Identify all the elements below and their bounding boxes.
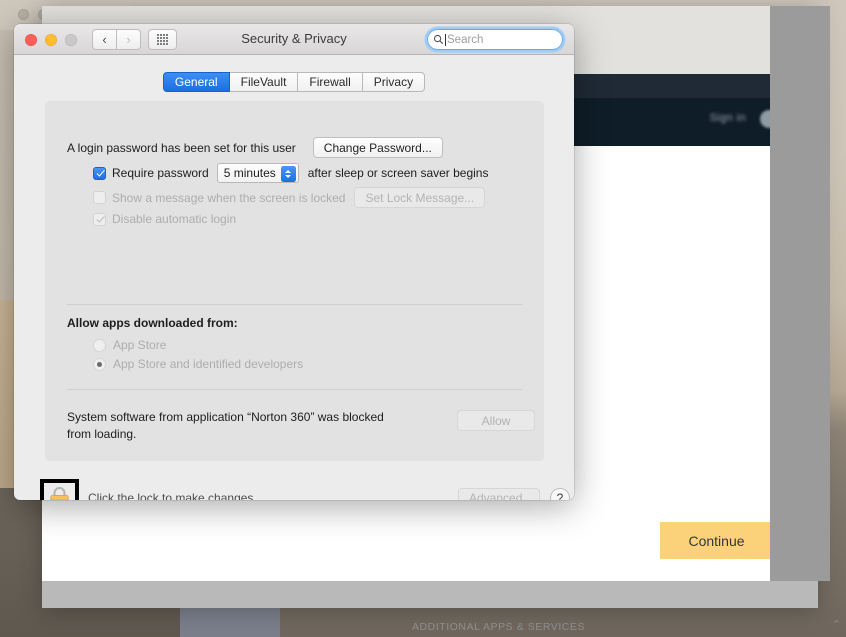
advanced-button: Advanced... (458, 488, 540, 500)
show-lock-message-label: Show a message when the screen is locked (112, 190, 346, 205)
blocked-notice: System software from application “Norton… (67, 410, 384, 441)
search-input[interactable] (446, 33, 550, 46)
allow-apps-heading: Allow apps downloaded from: (67, 316, 238, 330)
require-password-label: Require password (112, 166, 209, 180)
login-password-label: A login password has been set for this u… (67, 140, 296, 155)
traffic-light-close-inactive (18, 9, 29, 20)
section-divider (67, 304, 522, 305)
security-privacy-window[interactable]: ‹ › Security & Privacy Search General Fi… (14, 24, 574, 500)
set-lock-message-button: Set Lock Message... (354, 187, 486, 208)
allow-apps-heading-row: Allow apps downloaded from: (67, 316, 238, 330)
sleep-delay-value: 5 minutes (223, 166, 276, 180)
additional-apps-heading: ADDITIONAL APPS & SERVICES (412, 621, 586, 633)
radio-identified-developers-label: App Store and identified developers (113, 357, 304, 371)
norton-side-panel (770, 6, 830, 581)
radio-app-store-label: App Store (113, 338, 167, 352)
search-field[interactable] (427, 29, 563, 50)
radio-app-store (93, 338, 106, 352)
section-divider (67, 389, 522, 390)
tab-privacy[interactable]: Privacy (362, 72, 426, 92)
lock-closed-icon[interactable] (49, 487, 70, 500)
disable-autologin-label: Disable automatic login (112, 212, 237, 226)
lock-hint-text: Click the lock to make changes. (88, 491, 257, 500)
tab-firewall[interactable]: Firewall (298, 72, 363, 92)
radio-identified-developers-row: App Store and identified developers (93, 357, 303, 371)
desktop: ction is at risk! Sign in Continue Norto… (0, 0, 846, 637)
login-password-row: A login password has been set for this u… (67, 137, 443, 158)
window-titlebar: ‹ › Security & Privacy (14, 24, 574, 55)
tab-bar[interactable]: General FileVault Firewall Privacy (14, 72, 574, 92)
general-settings-panel: A login password has been set for this u… (45, 101, 544, 461)
norton-signin-link[interactable]: Sign in (710, 112, 746, 124)
radio-identified-developers (93, 357, 106, 371)
blocked-notice-line2: from loading. (67, 427, 137, 441)
sleep-delay-select[interactable]: 5 minutes (216, 163, 299, 183)
help-button[interactable]: ? (550, 488, 570, 500)
require-password-row: Require password 5 minutes after sleep o… (93, 163, 488, 183)
show-lock-message-row: Show a message when the screen is locked… (93, 187, 486, 208)
tab-filevault[interactable]: FileVault (229, 72, 299, 92)
disable-autologin-checkbox (93, 212, 106, 226)
tab-general[interactable]: General (162, 72, 230, 92)
lock-button-highlight[interactable] (40, 479, 79, 500)
radio-app-store-row: App Store (93, 338, 166, 352)
disable-autologin-row: Disable automatic login (93, 212, 236, 226)
scroll-up-caret-icon[interactable]: ⌃ (832, 618, 841, 631)
stepper-arrows-icon[interactable] (280, 166, 296, 182)
search-icon (433, 34, 444, 45)
change-password-button[interactable]: Change Password... (312, 137, 443, 158)
require-password-checkbox[interactable] (93, 166, 106, 180)
continue-button[interactable]: Continue (660, 522, 773, 559)
blocked-notice-line1: System software from application “Norton… (67, 410, 384, 424)
allow-button: Allow (457, 410, 535, 431)
show-lock-message-checkbox (93, 191, 106, 204)
require-password-suffix-label: after sleep or screen saver begins (307, 166, 489, 180)
norton-footer-bar: Norton by Symantec Subscription 30 trial… (42, 581, 818, 608)
